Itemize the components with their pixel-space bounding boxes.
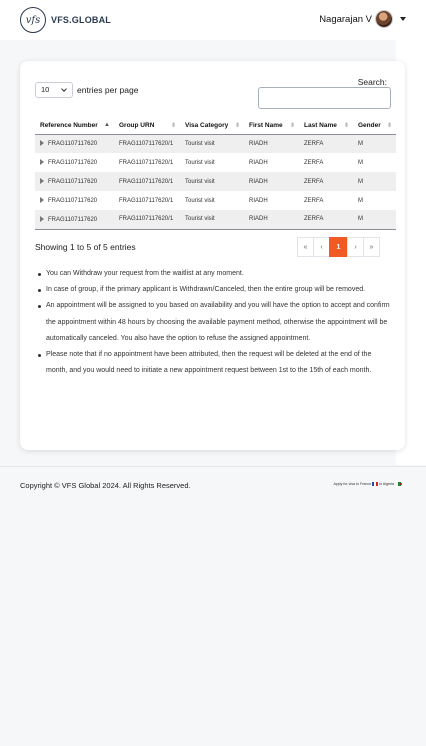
cell-group-urn: FRAG1107117620/1 — [114, 153, 180, 172]
cell-last-name: ZERFA — [299, 153, 353, 172]
note-item: Please note that if no appointment have … — [37, 347, 392, 379]
entries-per-page-control: 10 entries per page — [35, 82, 138, 98]
table-row[interactable]: FRAG1107117620 FRAG1107117620/1 Tourist … — [35, 134, 396, 153]
table-header-row: Reference Number ▲ Group URN ⬍ Visa Catego… — [35, 118, 396, 135]
cell-reference-number[interactable]: FRAG1107117620 — [35, 172, 114, 191]
copyright-text: Copyright © VFS Global 2024. All Rights … — [20, 481, 191, 490]
waitlist-card: 10 entries per page Search: Reference Nu… — [20, 61, 405, 450]
entries-per-page-label: entries per page — [77, 85, 139, 95]
entries-per-page-value: 10 — [41, 85, 50, 94]
cell-visa-category: Tourist visit — [180, 210, 244, 230]
expand-row-icon[interactable] — [40, 178, 44, 184]
sort-arrows-icon: ⬍ — [234, 123, 240, 129]
expand-row-icon[interactable] — [40, 140, 44, 147]
cell-first-name: RIADH — [244, 134, 299, 153]
cell-visa-category: Tourist visit — [180, 134, 244, 153]
note-item: An appointment will be assigned to you b… — [37, 298, 392, 347]
user-name: Nagarajan V — [319, 13, 372, 25]
logo-mark: vfs — [20, 7, 46, 33]
cell-visa-category: Tourist visit — [180, 153, 244, 172]
table-row[interactable]: FRAG1107117620 FRAG1107117620/1 Tourist … — [35, 153, 396, 172]
sort-asc-icon: ▲ — [104, 122, 110, 128]
column-header-gender[interactable]: Gender ⬍ — [353, 118, 396, 135]
cell-group-urn: FRAG1107117620/1 — [114, 172, 180, 191]
waitlist-notes: You can Withdraw your request from the w… — [37, 266, 392, 379]
cell-reference-number[interactable]: FRAG1107117620 — [35, 134, 114, 153]
sort-arrows-icon: ⬍ — [289, 123, 295, 129]
cell-first-name: RIADH — [244, 172, 299, 191]
cell-gender: M — [353, 134, 396, 153]
logo-text: VFS.GLOBAL — [51, 15, 111, 25]
sort-arrows-icon: ⬍ — [343, 123, 349, 129]
column-header-first-name[interactable]: First Name ⬍ — [244, 118, 299, 135]
sort-arrows-icon: ⬍ — [386, 123, 392, 129]
cell-last-name: ZERFA — [299, 134, 353, 153]
table-row[interactable]: FRAG1107117620 FRAG1107117620/1 Tourist … — [35, 172, 396, 191]
pagination: « ‹ 1 › » — [297, 237, 380, 257]
algeria-flag-icon — [398, 482, 404, 486]
avatar[interactable] — [375, 10, 393, 28]
pagination-page-button[interactable]: 1 — [329, 237, 348, 257]
column-header-reference-number[interactable]: Reference Number ▲ — [35, 118, 114, 135]
cell-last-name: ZERFA — [299, 172, 353, 191]
expand-row-icon[interactable] — [40, 215, 44, 222]
entries-per-page-select[interactable]: 10 — [35, 82, 73, 98]
note-item: You can Withdraw your request from the w… — [37, 266, 392, 282]
search-label: Search: — [357, 77, 387, 87]
footer-divider — [0, 466, 426, 467]
vfs-global-logo[interactable]: vfs VFS.GLOBAL — [20, 7, 111, 33]
table-row[interactable]: FRAG1107117620 FRAG1107117620/1 Tourist … — [35, 210, 396, 230]
cell-last-name: ZERFA — [299, 210, 353, 230]
cell-group-urn: FRAG1107117620/1 — [114, 191, 180, 210]
cell-group-urn: FRAG1107117620/1 — [114, 210, 180, 230]
cell-first-name: RIADH — [244, 153, 299, 172]
pagination-next-button[interactable]: › — [347, 237, 364, 257]
search-input[interactable] — [258, 87, 391, 109]
cell-group-urn: FRAG1107117620/1 — [114, 134, 180, 153]
expand-row-icon[interactable] — [40, 197, 44, 203]
top-header: vfs VFS.GLOBAL Nagarajan V — [0, 0, 426, 40]
column-header-visa-category[interactable]: Visa Category ⬍ — [180, 118, 244, 135]
cell-first-name: RIADH — [244, 191, 299, 210]
cell-last-name: ZERFA — [299, 191, 353, 210]
cell-gender: M — [353, 210, 396, 230]
country-selector[interactable]: Apply for visa to France in Algeria — [333, 482, 404, 486]
table-row[interactable]: FRAG1107117620 FRAG1107117620/1 Tourist … — [35, 191, 396, 210]
cell-first-name: RIADH — [244, 210, 299, 230]
apply-prefix: Apply for visa to France — [333, 482, 372, 486]
waitlist-table: Reference Number ▲ Group URN ⬍ Visa Catego… — [35, 118, 396, 230]
chevron-down-icon — [61, 86, 67, 92]
france-flag-icon — [372, 482, 379, 486]
expand-row-icon[interactable] — [40, 159, 44, 165]
cell-reference-number[interactable]: FRAG1107117620 — [35, 153, 114, 172]
apply-suffix: in Algeria — [379, 482, 394, 486]
pagination-last-button[interactable]: » — [363, 237, 380, 257]
note-item: In case of group, if the primary applica… — [37, 282, 392, 298]
cell-reference-number[interactable]: FRAG1107117620 — [35, 210, 114, 230]
pagination-prev-button[interactable]: ‹ — [313, 237, 330, 257]
table-info: Showing 1 to 5 of 5 entries — [35, 242, 136, 252]
cell-visa-category: Tourist visit — [180, 191, 244, 210]
cell-gender: M — [353, 172, 396, 191]
sort-arrows-icon: ⬍ — [170, 123, 176, 129]
column-header-group-urn[interactable]: Group URN ⬍ — [114, 118, 180, 135]
column-header-last-name[interactable]: Last Name ⬍ — [299, 118, 353, 135]
cell-gender: M — [353, 153, 396, 172]
caret-down-icon[interactable] — [400, 17, 406, 21]
pagination-first-button[interactable]: « — [297, 237, 314, 257]
cell-reference-number[interactable]: FRAG1107117620 — [35, 191, 114, 210]
user-menu[interactable]: Nagarajan V — [319, 10, 406, 28]
cell-gender: M — [353, 191, 396, 210]
cell-visa-category: Tourist visit — [180, 172, 244, 191]
